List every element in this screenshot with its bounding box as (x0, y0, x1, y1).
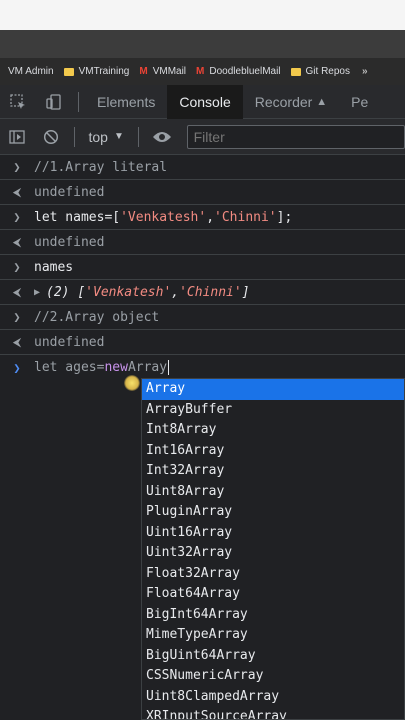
autocomplete-item[interactable]: CSSNumericArray (142, 666, 404, 687)
bookmark-vmmail[interactable]: M VMMail (139, 66, 186, 77)
bookmark-doodlebluemail[interactable]: M DoodlebluelMail (196, 66, 281, 77)
divider (78, 91, 79, 112)
autocomplete-item[interactable]: Uint16Array (142, 523, 404, 544)
console-text: ]; (276, 209, 293, 225)
autocomplete-item[interactable]: MimeTypeArray (142, 625, 404, 646)
console-result-line: ⮜ undefined (0, 330, 405, 355)
console-toolbar: top ▼ (0, 119, 405, 155)
console-text: undefined (34, 334, 105, 350)
console-text: undefined (34, 184, 105, 200)
filter-input[interactable] (186, 124, 405, 149)
bookmark-label: Git Repos (305, 66, 350, 77)
console-text: , (171, 284, 180, 300)
autocomplete-item[interactable]: Uint8Array (142, 482, 404, 503)
more-bookmarks-icon[interactable]: » (362, 66, 368, 77)
folder-icon (63, 67, 74, 76)
tab-performance[interactable]: Pe (339, 85, 380, 119)
clear-console-icon[interactable] (34, 119, 68, 155)
autocomplete-item[interactable]: BigUint64Array (142, 646, 404, 667)
autocomplete-item[interactable]: ArrayBuffer (142, 400, 404, 421)
bookmarks-bar: VM Admin VMTraining M VMMail M Doodlebluel… (0, 58, 405, 85)
autocomplete-item[interactable]: BigInt64Array (142, 605, 404, 626)
console-text: //2.Array object (34, 309, 160, 325)
tab-console[interactable]: Console (167, 84, 243, 119)
device-toolbar-icon[interactable] (36, 85, 72, 119)
keyword-text: new (104, 360, 128, 375)
console-result-line[interactable]: ⮜ ▶ (2) ['Venkatesh', 'Chinni'] (0, 280, 405, 305)
console-input-line: ❯ //1.Array literal (0, 155, 405, 180)
console-input-line: ❯ //2.Array object (0, 305, 405, 330)
result-arrow-icon: ⮜ (12, 184, 22, 199)
autocomplete-item[interactable]: PluginArray (142, 502, 404, 523)
console-text: let names=[ (34, 209, 121, 225)
string-literal: 'Chinni' (179, 284, 242, 300)
autocomplete-item[interactable]: XRInputSourceArray (142, 707, 404, 719)
console-text: Array (127, 360, 168, 375)
context-selector[interactable]: top ▼ (81, 129, 132, 145)
bookmark-vm-admin[interactable]: VM Admin (8, 66, 54, 77)
autocomplete-item[interactable]: Uint8ClampedArray (142, 687, 404, 708)
folder-icon (290, 67, 301, 76)
autocomplete-item[interactable]: Int8Array (142, 420, 404, 441)
bookmark-label: VMTraining (78, 66, 130, 77)
console-text: undefined (34, 234, 105, 250)
bookmark-label: DoodlebluelMail (209, 66, 281, 77)
dropdown-arrow-icon: ▼ (113, 131, 124, 142)
string-literal: 'Chinni' (214, 209, 277, 225)
sidebar-toggle-icon[interactable] (0, 119, 34, 155)
console-text: (2) [ (46, 284, 86, 300)
tab-elements[interactable]: Elements (85, 85, 167, 119)
bookmark-label: VMMail (152, 66, 187, 77)
console-text: , (206, 209, 215, 225)
text-cursor (168, 360, 170, 375)
console-text: ] (241, 284, 250, 300)
prompt-chevron-icon: ❯ (13, 310, 21, 324)
bookmark-git-repos[interactable]: Git Repos (290, 66, 350, 77)
string-literal: 'Venkatesh' (120, 209, 207, 225)
gmail-icon: M (196, 66, 205, 77)
prompt-chevron-icon: ❯ (13, 260, 21, 274)
context-label: top (88, 128, 108, 145)
result-arrow-icon: ⮜ (12, 234, 22, 249)
console-result-line: ⮜ undefined (0, 230, 405, 255)
browser-address-bar-area (0, 30, 405, 58)
gmail-icon: M (139, 66, 148, 77)
autocomplete-item[interactable]: Array (142, 379, 404, 400)
expand-triangle-icon[interactable]: ▶ (34, 287, 40, 298)
tab-recorder[interactable]: Recorder ▲ (243, 85, 339, 119)
autocomplete-item[interactable]: Int16Array (142, 441, 404, 462)
result-arrow-icon: ⮜ (12, 284, 22, 299)
result-arrow-icon: ⮜ (12, 334, 22, 349)
console-text: names (34, 259, 74, 275)
prompt-chevron-icon: ❯ (13, 360, 21, 375)
bookmark-label: VM Admin (8, 66, 54, 77)
divider (73, 126, 75, 147)
divider (137, 126, 139, 147)
console-input-line: ❯ let names=['Venkatesh', 'Chinni']; (0, 205, 405, 230)
prompt-chevron-icon: ❯ (13, 160, 21, 174)
browser-tab-strip (0, 0, 405, 30)
inspect-element-icon[interactable] (0, 85, 36, 119)
tab-recorder-label: Recorder (254, 93, 313, 110)
flask-icon: ▲ (316, 95, 328, 108)
devtools-tab-bar: Elements Console Recorder ▲ Pe (0, 84, 405, 119)
console-text: let ages= (34, 360, 105, 375)
console-text: //1.Array literal (34, 159, 168, 175)
autocomplete-dropdown: Array ArrayBuffer Int8Array Int16Array Int32… (141, 378, 405, 720)
string-literal: 'Venkatesh' (85, 284, 172, 300)
console-prompt-input[interactable]: ❯ let ages= new Array (0, 355, 405, 380)
autocomplete-item[interactable]: Int32Array (142, 461, 404, 482)
bookmark-vmtraining[interactable]: VMTraining (63, 66, 130, 77)
autocomplete-item[interactable]: Uint32Array (142, 543, 404, 564)
console-result-line: ⮜ undefined (0, 180, 405, 205)
autocomplete-item[interactable]: Float64Array (142, 584, 404, 605)
eye-icon[interactable] (145, 119, 179, 155)
console-input-line: ❯ names (0, 255, 405, 280)
prompt-chevron-icon: ❯ (13, 210, 21, 224)
mouse-pointer-highlight (124, 375, 140, 391)
autocomplete-item[interactable]: Float32Array (142, 564, 404, 585)
